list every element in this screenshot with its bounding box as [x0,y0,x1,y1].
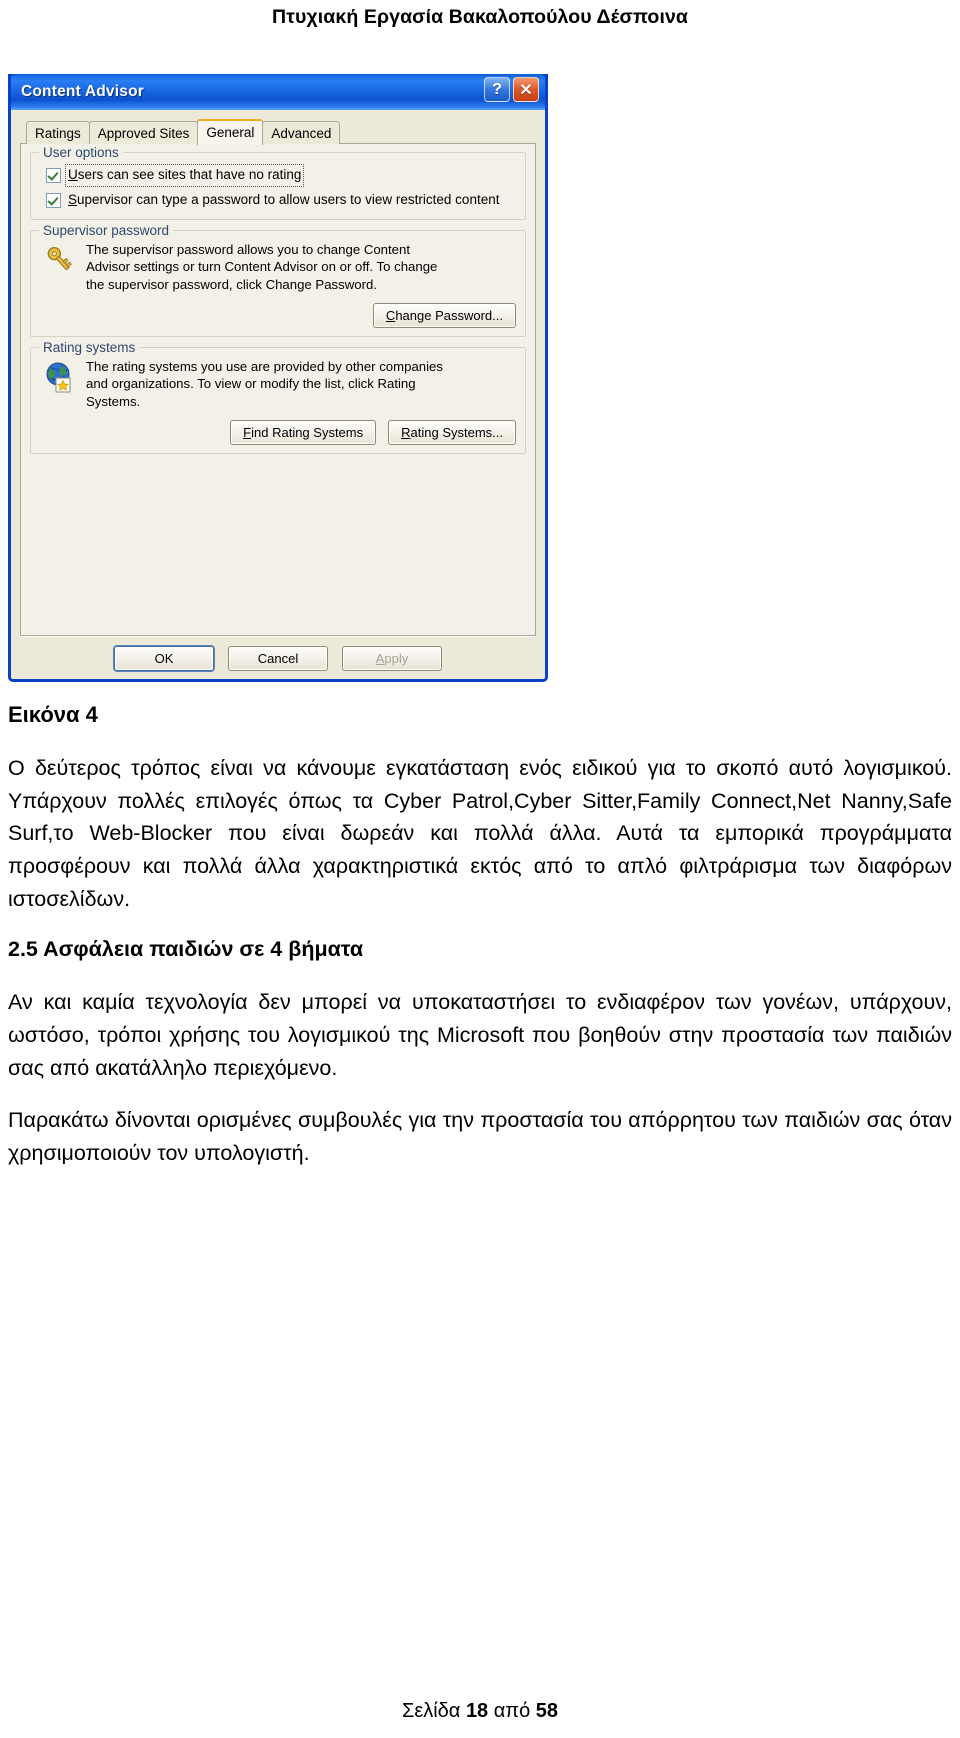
checkbox-row-supervisor-password-allow[interactable]: Supervisor can type a password to allow … [46,192,516,209]
rating-systems-content: The rating systems you use are provided … [43,358,516,410]
document-content: Ο δεύτερος τρόπος είναι να κάνουμε εγκατ… [8,752,952,1190]
group-supervisor-password: Supervisor password The supervisor passw… [30,222,526,338]
tab-general[interactable]: General [197,118,264,145]
tab-ratings[interactable]: Ratings [26,120,90,144]
checkbox-users-no-rating[interactable] [46,168,61,183]
close-icon[interactable]: ✕ [513,77,539,102]
paragraph-3: Παρακάτω δίνονται ορισμένες συμβουλές γι… [8,1108,952,1166]
tab-strip: Ratings Approved Sites General Advanced [20,118,536,145]
label-rest: ating Systems... [410,425,503,441]
paragraph-2: Αν και καμία τεχνολογία δεν μπορεί να υπ… [8,990,952,1080]
page-footer: Σελίδα 18 από 58 [0,1700,960,1723]
label-rest: ind Rating Systems [251,425,364,441]
accel-char: F [243,425,252,441]
supervisor-password-description: The supervisor password allows you to ch… [86,241,438,292]
footer-prefix: Σελίδα [401,1700,466,1722]
supervisor-password-buttons: Change Password... [40,303,516,329]
document-header: Πτυχιακή Εργασία Βακαλοπούλου Δέσποινα [271,6,688,28]
accel-char: U [68,167,78,182]
titlebar-buttons: ? ✕ [484,77,539,102]
label-rest: hange Password... [395,308,503,324]
change-password-button[interactable]: Change Password... [372,303,516,329]
dialog-titlebar: Content Advisor ? ✕ [11,74,545,110]
rating-systems-description: The rating systems you use are provided … [86,359,443,409]
dialog-body: Ratings Approved Sites General Advanced … [11,110,545,679]
accel-char: S [68,191,78,207]
accel-char: C [385,308,396,324]
group-user-options-title: User options [39,145,123,160]
tab-approved-sites[interactable]: Approved Sites [88,120,199,144]
footer-middle: από [488,1700,536,1722]
group-rating-systems-title: Rating systems [39,340,140,356]
paragraph-1: Ο δεύτερος τρόπος είναι να κάνουμε εγκατ… [8,756,952,911]
dialog-footer: OK Cancel Apply [20,636,536,679]
checkbox-row-users-no-rating[interactable]: Users can see sites that have no rating [46,164,516,187]
group-rating-systems: Rating systems The rating systems you us… [30,340,526,455]
tab-advanced[interactable]: Advanced [262,120,341,144]
checkbox-supervisor-password-allow[interactable] [46,192,61,208]
group-user-options: User options Users can see sites that ha… [30,145,526,220]
find-rating-systems-button[interactable]: Find Rating Systems [230,420,377,446]
content-advisor-dialog: Content Advisor ? ✕ Ratings Approved Sit… [8,74,548,682]
label-rest: pply [384,651,409,666]
globe-star-icon [46,362,71,393]
section-heading: 2.5 Ασφάλεια παιδιών σε 4 βήματα [8,937,364,962]
checkbox-users-no-rating-label: Users can see sites that have no rating [64,164,305,187]
label-rest: upervisor can type a password to allow u… [77,191,500,207]
group-supervisor-password-title: Supervisor password [39,222,174,238]
help-icon[interactable]: ? [484,77,510,102]
key-icon [47,246,72,271]
accel-char: R [401,425,411,441]
apply-button: Apply [342,646,442,671]
footer-total-pages: 58 [535,1700,559,1722]
ok-button[interactable]: OK [114,646,214,671]
tab-panel-general: User options Users can see sites that ha… [20,143,536,636]
supervisor-password-content: The supervisor password allows you to ch… [43,241,516,293]
cancel-button[interactable]: Cancel [228,646,328,671]
figure-caption: Εικόνα 4 [8,702,98,727]
footer-page-number: 18 [465,1700,489,1722]
rating-systems-button[interactable]: Rating Systems... [388,420,516,446]
checkbox-supervisor-password-allow-label: Supervisor can type a password to allow … [68,192,499,209]
dialog-title: Content Advisor [21,83,144,100]
label-rest: sers can see sites that have no rating [77,167,302,182]
rating-systems-buttons: Find Rating Systems Rating Systems... [40,420,516,446]
